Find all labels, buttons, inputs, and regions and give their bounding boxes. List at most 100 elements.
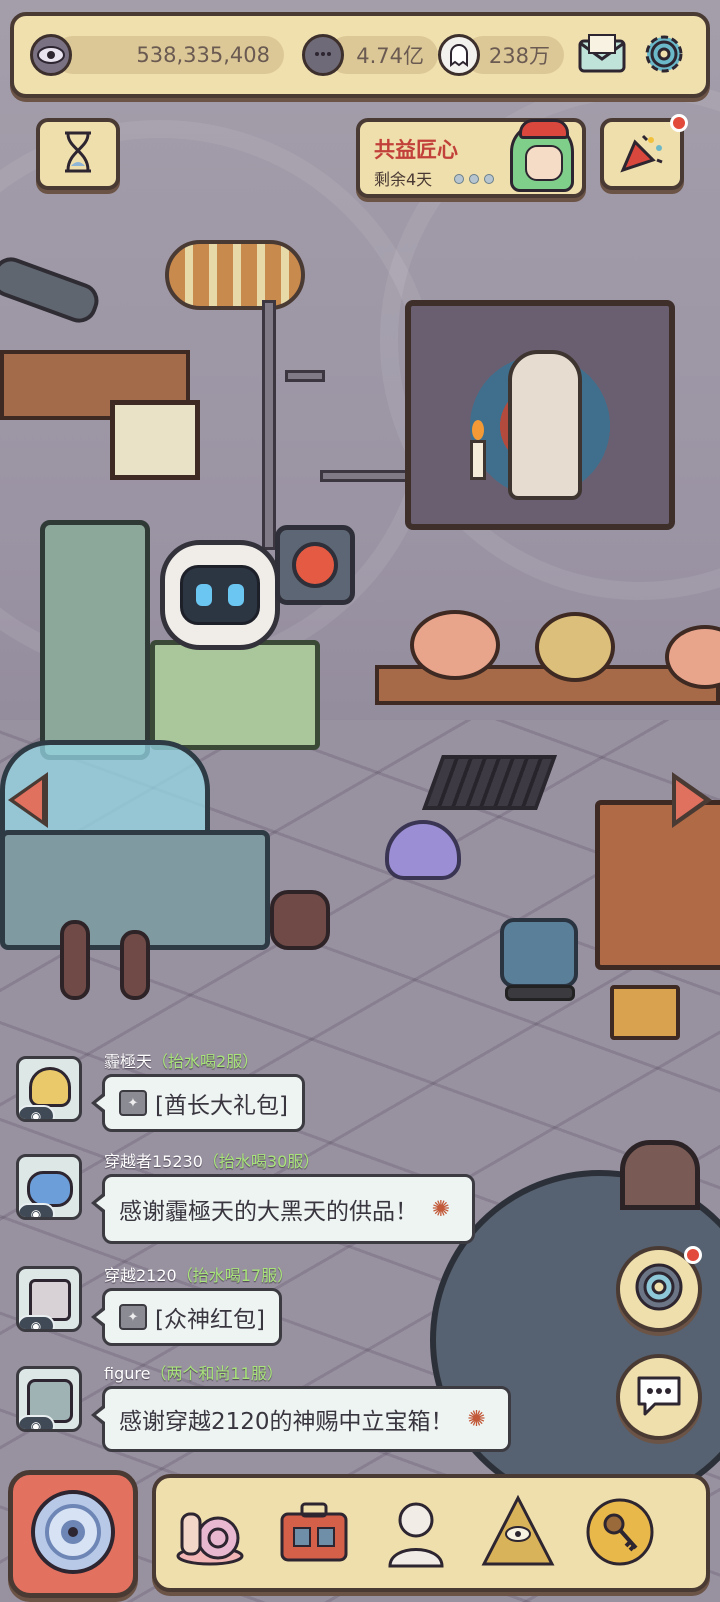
egg-pink <box>410 610 500 680</box>
egg-gold <box>535 612 615 682</box>
resource-bar: 538,335,408 4.74亿 238万 <box>10 12 710 98</box>
robot-eye <box>196 584 212 606</box>
key-coin-icon <box>580 1492 660 1576</box>
pyramid-eye-icon <box>478 1492 558 1576</box>
chat-message: ◉ 霾極天（抬水喝2服） ✦ [酋长大礼包] <box>12 1048 612 1158</box>
vent-window <box>165 240 305 310</box>
sender-nickname: 穿越者15230 <box>104 1152 203 1171</box>
robot-chair <box>150 640 320 750</box>
sender-server: （抬水喝17服） <box>176 1266 294 1285</box>
chat-bubble-icon <box>633 1372 685 1422</box>
soul-ghost-icon <box>438 34 480 76</box>
chat-bubble[interactable]: ✦ [众神红包] <box>91 1288 282 1346</box>
rusty-pipe <box>120 930 150 1000</box>
portal-icon <box>633 1261 685 1317</box>
party-popper-icon <box>619 130 665 178</box>
eye-resource[interactable]: 538,335,408 <box>30 32 302 78</box>
statue <box>508 350 582 500</box>
portal-button[interactable] <box>616 1246 702 1332</box>
avatar[interactable]: ◉ <box>16 1366 82 1432</box>
believer-resource[interactable]: 4.74亿 <box>302 32 442 78</box>
sender-server: （抬水喝2服） <box>152 1052 259 1071</box>
notification-dot <box>684 1246 702 1264</box>
chat-message: ◉ 穿越2120（抬水喝17服） ✦ [众神红包] <box>12 1262 612 1362</box>
nav-snail[interactable] <box>166 1486 258 1582</box>
nav-key[interactable] <box>574 1486 666 1582</box>
time-skip-button[interactable] <box>36 118 120 190</box>
eye-count: 538,335,408 <box>54 36 284 74</box>
small-robot[interactable] <box>500 918 578 988</box>
gear-icon <box>640 30 688 82</box>
suitcase-icon <box>274 1492 354 1576</box>
message-text: 感谢穿越2120的神赐中立宝箱！ <box>119 1409 454 1435</box>
pipe <box>285 370 325 382</box>
sender-name: 穿越者15230（抬水喝30服） <box>104 1148 319 1172</box>
eye-badge-icon: ◉ <box>19 1105 55 1119</box>
alarm-button <box>292 542 338 588</box>
parcel <box>610 985 680 1040</box>
bottom-nav <box>152 1474 710 1592</box>
candle-flame <box>472 420 484 440</box>
vortex-icon <box>25 1484 121 1584</box>
sender-server: （抬水喝30服） <box>202 1152 320 1171</box>
realm-portal-button[interactable] <box>8 1470 138 1598</box>
robot-screen <box>180 565 260 625</box>
arrow-right-icon <box>676 780 704 820</box>
gift-pack-icon: ✦ <box>119 1090 147 1116</box>
floor-vent <box>421 755 558 810</box>
hourglass-icon <box>61 130 95 178</box>
robot-tread <box>505 985 575 1001</box>
message-text: [众神红包] <box>155 1307 265 1333</box>
message-text: 感谢霾極天的大黑天的供品！ <box>119 1199 418 1225</box>
robot-eye <box>228 584 244 606</box>
pipe <box>320 470 410 482</box>
nav-statue[interactable] <box>370 1486 462 1582</box>
picture-frame <box>110 400 200 480</box>
soul-resource[interactable]: 238万 <box>438 32 568 78</box>
eye-badge-icon: ◉ <box>19 1315 55 1329</box>
chat-bubble[interactable]: 感谢穿越2120的神赐中立宝箱！ ✺ <box>91 1386 511 1452</box>
sender-nickname: 穿越2120 <box>104 1266 177 1285</box>
nav-pyramid[interactable] <box>472 1486 564 1582</box>
event-remaining: 剩余4天 <box>374 170 433 189</box>
chat-message: ◉ figure（两个和尚11服） 感谢穿越2120的神赐中立宝箱！ ✺ <box>12 1360 612 1460</box>
chat-button[interactable] <box>616 1354 702 1440</box>
chat-bubble[interactable]: ✦ [酋长大礼包] <box>91 1074 305 1132</box>
boiler-pipe <box>620 1140 700 1210</box>
avatar[interactable]: ◉ <box>16 1056 82 1122</box>
arrow-left-icon <box>14 780 42 820</box>
sender-name: 霾極天（抬水喝2服） <box>104 1048 258 1072</box>
event-progress-dots <box>454 174 494 184</box>
party-event-button[interactable] <box>600 114 688 190</box>
notification-dot <box>670 114 688 132</box>
mail-icon <box>577 33 627 79</box>
eye-badge-icon: ◉ <box>19 1415 55 1429</box>
message-text: [酋长大礼包] <box>155 1093 288 1119</box>
believer-count: 4.74亿 <box>328 36 438 74</box>
fridge <box>40 520 150 760</box>
nav-suitcase[interactable] <box>268 1486 360 1582</box>
rusty-pipe <box>60 920 90 1000</box>
crab-emote-icon: ✺ <box>467 1406 486 1432</box>
crab-emote-icon: ✺ <box>431 1196 451 1222</box>
chat-bubble[interactable]: 感谢霾極天的大黑天的供品！ ✺ <box>91 1174 475 1244</box>
avatar[interactable]: ◉ <box>16 1154 82 1220</box>
pipe <box>262 300 276 550</box>
gift-pack-icon: ✦ <box>119 1304 147 1330</box>
candle <box>470 440 486 480</box>
event-banner[interactable]: 共益匠心 剩余4天 <box>356 118 586 198</box>
event-character-avatar <box>510 119 574 192</box>
sender-name: figure（两个和尚11服） <box>104 1360 283 1384</box>
sender-server: （两个和尚11服） <box>150 1364 283 1383</box>
believer-bubble-icon <box>302 34 344 76</box>
rusty-pipe <box>270 890 330 950</box>
eye-badge-icon: ◉ <box>19 1203 55 1217</box>
snail-icon <box>172 1492 252 1576</box>
chat-message: ◉ 穿越者15230（抬水喝30服） 感谢霾極天的大黑天的供品！ ✺ <box>12 1148 612 1248</box>
avatar[interactable]: ◉ <box>16 1266 82 1332</box>
sender-nickname: 霾極天 <box>104 1052 153 1071</box>
event-title: 共益匠心 <box>374 138 458 162</box>
sender-name: 穿越2120（抬水喝17服） <box>104 1262 293 1286</box>
mail-button[interactable] <box>574 30 630 82</box>
settings-button[interactable] <box>636 28 692 84</box>
